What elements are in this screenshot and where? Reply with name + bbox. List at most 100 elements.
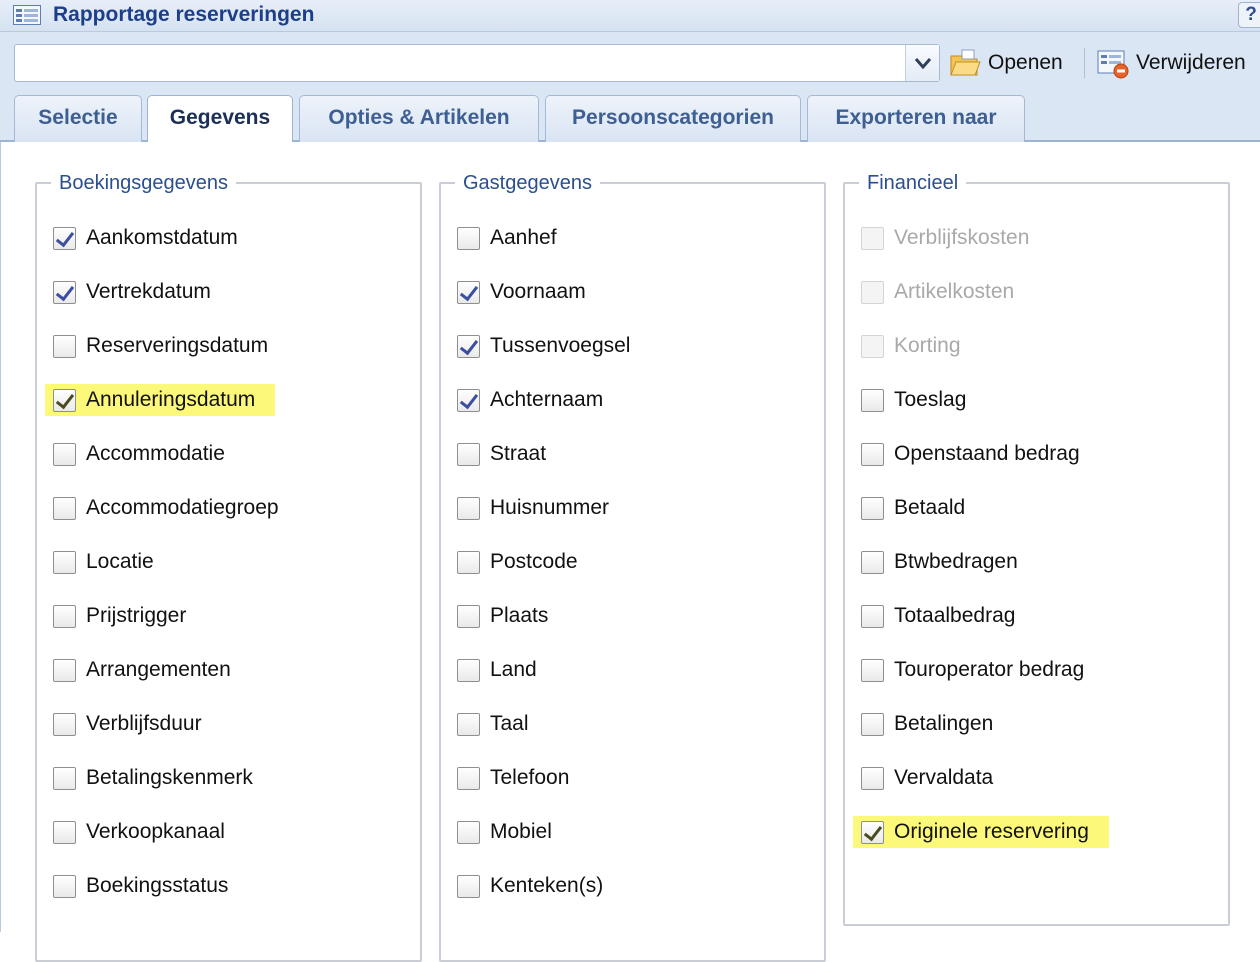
checkbox-aanhef[interactable] [457,226,480,250]
checkbox-originele-reservering[interactable] [861,820,884,844]
option-boekingsstatus[interactable]: Boekingsstatus [53,870,228,902]
checkbox-betaald[interactable] [861,496,884,520]
option-tussenvoegsel[interactable]: Tussenvoegsel [457,330,630,362]
option-totaalbedrag[interactable]: Totaalbedrag [861,600,1015,632]
option-label: Accommodatiegroep [86,496,279,519]
checkbox-vertrekdatum[interactable] [53,280,76,304]
checkbox-huisnummer[interactable] [457,496,480,520]
option-annuleringsdatum[interactable]: Annuleringsdatum [45,384,276,416]
checkbox-annuleringsdatum[interactable] [53,388,76,412]
checkbox-betalingen[interactable] [861,712,884,736]
option-openstaand-bedrag[interactable]: Openstaand bedrag [861,438,1080,470]
checkbox-mobiel[interactable] [457,820,480,844]
option-label: Korting [894,334,961,357]
checkbox-verkoopkanaal[interactable] [53,820,76,844]
option-betalingskenmerk[interactable]: Betalingskenmerk [53,762,253,794]
option-betalingen[interactable]: Betalingen [861,708,993,740]
option-accommodatie[interactable]: Accommodatie [53,438,225,470]
checkbox-accommodatiegroep[interactable] [53,496,76,520]
checkbox-voornaam[interactable] [457,280,480,304]
report-select[interactable] [14,44,940,82]
option-label: Tussenvoegsel [490,334,631,357]
option-label: Arrangementen [86,658,231,681]
option-arrangementen[interactable]: Arrangementen [53,654,231,686]
checkbox-achternaam[interactable] [457,388,480,412]
option-vertrekdatum[interactable]: Vertrekdatum [53,276,211,308]
checkbox-land[interactable] [457,658,480,682]
delete-button[interactable]: Verwijderen [1096,44,1246,82]
checkbox-kenteken-s[interactable] [457,874,480,898]
option-voornaam[interactable]: Voornaam [457,276,586,308]
option-touroperator-bedrag[interactable]: Touroperator bedrag [861,654,1084,686]
option-originele-reservering[interactable]: Originele reservering [853,816,1109,848]
checkbox-aankomstdatum[interactable] [53,226,76,250]
checkbox-straat[interactable] [457,442,480,466]
open-button[interactable]: Openen [948,44,1063,82]
checkbox-openstaand-bedrag[interactable] [861,442,884,466]
checkbox-telefoon[interactable] [457,766,480,790]
open-label: Openen [988,51,1063,74]
option-postcode[interactable]: Postcode [457,546,578,578]
option-verblijfsduur[interactable]: Verblijfsduur [53,708,202,740]
option-mobiel[interactable]: Mobiel [457,816,552,848]
option-plaats[interactable]: Plaats [457,600,548,632]
checkbox-postcode[interactable] [457,550,480,574]
tab-gegevens[interactable]: Gegevens [147,95,293,144]
option-accommodatiegroep[interactable]: Accommodatiegroep [53,492,279,524]
checkbox-accommodatie[interactable] [53,442,76,466]
option-label: Betalingskenmerk [86,766,253,789]
option-aankomstdatum[interactable]: Aankomstdatum [53,222,238,254]
report-select-input[interactable] [15,45,905,81]
checkbox-locatie[interactable] [53,550,76,574]
option-label: Btwbedragen [894,550,1018,573]
help-button[interactable]: ? [1238,2,1260,28]
checkbox-reserveringsdatum[interactable] [53,334,76,358]
option-land[interactable]: Land [457,654,537,686]
option-locatie[interactable]: Locatie [53,546,154,578]
option-vervaldata[interactable]: Vervaldata [861,762,993,794]
option-taal[interactable]: Taal [457,708,529,740]
checkbox-touroperator-bedrag[interactable] [861,658,884,682]
report-select-dropdown-button[interactable] [905,45,939,81]
checkbox-prijstrigger[interactable] [53,604,76,628]
option-prijstrigger[interactable]: Prijstrigger [53,600,186,632]
option-kenteken-s[interactable]: Kenteken(s) [457,870,603,902]
option-label: Originele reservering [894,820,1089,843]
checkbox-arrangementen[interactable] [53,658,76,682]
tab-exporteren-naar[interactable]: Exporteren naar [807,95,1025,142]
option-toeslag[interactable]: Toeslag [861,384,966,416]
option-verkoopkanaal[interactable]: Verkoopkanaal [53,816,225,848]
option-label: Reserveringsdatum [86,334,269,357]
option-reserveringsdatum[interactable]: Reserveringsdatum [53,330,268,362]
option-verblijfskosten: Verblijfskosten [861,222,1029,254]
option-label: Openstaand bedrag [894,442,1080,465]
checkbox-btwbedragen[interactable] [861,550,884,574]
option-telefoon[interactable]: Telefoon [457,762,569,794]
tab-selectie[interactable]: Selectie [14,95,142,142]
tab-persoonscategorien[interactable]: Persoonscategorien [545,95,801,142]
checkbox-vervaldata[interactable] [861,766,884,790]
option-label: Accommodatie [86,442,225,465]
checkbox-plaats[interactable] [457,604,480,628]
option-achternaam[interactable]: Achternaam [457,384,603,416]
option-btwbedragen[interactable]: Btwbedragen [861,546,1018,578]
guest-data-legend: Gastgegevens [463,172,592,194]
checkbox-betalingskenmerk[interactable] [53,766,76,790]
option-huisnummer[interactable]: Huisnummer [457,492,609,524]
checkbox-toeslag[interactable] [861,388,884,412]
option-label: Taal [490,712,529,735]
tab-opties-artikelen[interactable]: Opties & Artikelen [299,95,539,142]
checkbox-tussenvoegsel[interactable] [457,334,480,358]
option-straat[interactable]: Straat [457,438,546,470]
option-label: Land [490,658,537,681]
checkbox-boekingsstatus[interactable] [53,874,76,898]
checkbox-taal[interactable] [457,712,480,736]
option-label: Totaalbedrag [894,604,1016,627]
financial-data-legend: Financieel [867,172,959,194]
option-aanhef[interactable]: Aanhef [457,222,557,254]
title-bar: Rapportage reserveringen ? [0,0,1260,32]
checkbox-verblijfsduur[interactable] [53,712,76,736]
option-label: Verblijfskosten [894,226,1030,249]
checkbox-totaalbedrag[interactable] [861,604,884,628]
option-betaald[interactable]: Betaald [861,492,965,524]
